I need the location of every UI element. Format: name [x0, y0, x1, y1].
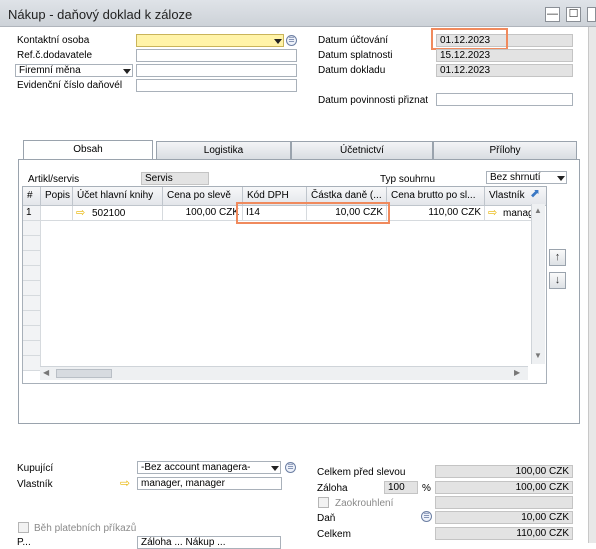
posting-date-label: Datum účtování [318, 35, 389, 46]
column-header-gross-price[interactable]: Cena brutto po sl... [387, 187, 485, 206]
tax-doc-number-input[interactable] [136, 79, 297, 92]
scroll-down-icon[interactable]: ▼ [534, 351, 542, 360]
currency-select[interactable]: Firemní měna [15, 64, 133, 77]
row-number [23, 266, 41, 281]
vendor-ref-label: Ref.č.dodavatele [17, 50, 93, 61]
cell-gl-account[interactable]: ⇨ 502100 [73, 206, 163, 221]
tax-liability-date-input[interactable] [436, 93, 573, 106]
close-button[interactable] [587, 7, 596, 22]
tax-label: Daň [317, 513, 336, 524]
move-row-down-button[interactable]: ↓ [549, 272, 566, 289]
move-row-up-button[interactable]: ↑ [549, 249, 566, 266]
vendor-ref-input[interactable] [136, 49, 297, 62]
details-icon[interactable]: ☰ [421, 511, 432, 522]
row-number [23, 251, 41, 266]
tax-liability-date-label: Datum povinnosti přiznat [318, 95, 429, 106]
vertical-scrollbar[interactable]: ▲ ▼ [531, 204, 545, 364]
owner-label: Vlastník [17, 479, 53, 490]
window-titlebar: Nákup - daňový doklad k záloze — ☐ [0, 0, 596, 27]
expand-icon[interactable]: ⬈ [530, 186, 540, 200]
right-edge-strip [588, 27, 596, 543]
row-number [23, 281, 41, 296]
row-number [23, 236, 41, 251]
column-header-number[interactable]: # [23, 187, 41, 206]
tax-total-field: 10,00 CZK [435, 511, 573, 524]
tab-accounting[interactable]: Účetnictví [291, 141, 433, 159]
advance-percent-field[interactable]: 100 [384, 481, 418, 494]
currency-value-field[interactable] [136, 64, 297, 77]
scroll-left-icon[interactable]: ◀ [43, 368, 49, 377]
advance-label: Záloha [317, 483, 348, 494]
document-date-field[interactable]: 01.12.2023 [436, 64, 573, 77]
details-icon[interactable]: ☰ [286, 35, 297, 46]
owner-input[interactable]: manager, manager [137, 477, 282, 490]
row-number [23, 311, 41, 326]
contact-person-dropdown[interactable] [136, 34, 284, 47]
payment-run-label: Běh platebních příkazů [34, 523, 137, 534]
chevron-down-icon [557, 176, 565, 181]
percent-sign: % [422, 483, 431, 494]
link-arrow-icon[interactable]: ⇨ [488, 207, 497, 219]
scroll-thumb[interactable] [56, 369, 112, 378]
summary-type-select[interactable]: Bez shrnutí [486, 171, 567, 184]
row-number [23, 326, 41, 341]
column-header-gl-account[interactable]: Účet hlavní knihy [73, 187, 163, 206]
advance-amount-field: 100,00 CZK [435, 481, 573, 494]
details-icon[interactable]: ☰ [285, 462, 296, 473]
cell-description[interactable] [41, 206, 73, 221]
total-before-discount-label: Celkem před slevou [317, 467, 406, 478]
buyer-label: Kupující [17, 463, 54, 474]
buyer-select[interactable]: -Bez account managera- [137, 461, 281, 474]
horizontal-scrollbar[interactable]: ◀ ▶ [40, 366, 528, 380]
cell-owner[interactable]: ⇨ manag [485, 206, 533, 221]
item-service-label: Artikl/servis [28, 174, 80, 185]
scroll-up-icon[interactable]: ▲ [534, 206, 542, 215]
contact-person-label: Kontaktní osoba [17, 35, 90, 46]
column-header-description[interactable]: Popis [41, 187, 73, 206]
row-number [23, 356, 41, 371]
row-number[interactable]: 1 [23, 206, 41, 221]
minimize-button[interactable]: — [545, 7, 560, 22]
link-arrow-icon[interactable]: ⇨ [76, 207, 85, 219]
tax-doc-number-label: Evidenční číslo daňovél [17, 80, 123, 91]
posting-date-highlight [431, 28, 508, 50]
total-label: Celkem [317, 529, 351, 540]
rounding-label: Zaokrouhlení [335, 498, 394, 509]
chevron-down-icon [271, 466, 279, 471]
tab-logistics[interactable]: Logistika [156, 141, 291, 159]
row-number [23, 296, 41, 311]
document-date-label: Datum dokladu [318, 65, 386, 76]
total-before-discount-field: 100,00 CZK [435, 465, 573, 478]
payment-run-checkbox[interactable] [18, 522, 29, 533]
due-date-field[interactable]: 15.12.2023 [436, 49, 573, 62]
tab-attachments[interactable]: Přílohy [433, 141, 577, 159]
link-arrow-icon[interactable]: ⇨ [120, 476, 130, 490]
chevron-down-icon [123, 69, 131, 74]
summary-type-label: Typ souhrnu [380, 174, 436, 185]
total-field: 110,00 CZK [435, 527, 573, 540]
cell-gross-price[interactable]: 110,00 CZK [387, 206, 485, 221]
scroll-right-icon[interactable]: ▶ [514, 368, 520, 377]
window-title: Nákup - daňový doklad k záloze [8, 7, 193, 22]
tab-contents[interactable]: Obsah [23, 140, 153, 160]
column-header-price-after-discount[interactable]: Cena po slevě [163, 187, 243, 206]
due-date-label: Datum splatnosti [318, 50, 393, 61]
row-number [23, 341, 41, 356]
tax-code-amount-highlight [236, 202, 390, 224]
rounding-checkbox[interactable] [318, 497, 329, 508]
maximize-button[interactable]: ☐ [566, 7, 581, 22]
row-number [23, 221, 41, 236]
chevron-down-icon [274, 39, 282, 44]
cell-price-after-discount[interactable]: 100,00 CZK [163, 206, 243, 221]
rounding-field [435, 496, 573, 509]
item-service-field[interactable]: Servis [141, 172, 209, 185]
